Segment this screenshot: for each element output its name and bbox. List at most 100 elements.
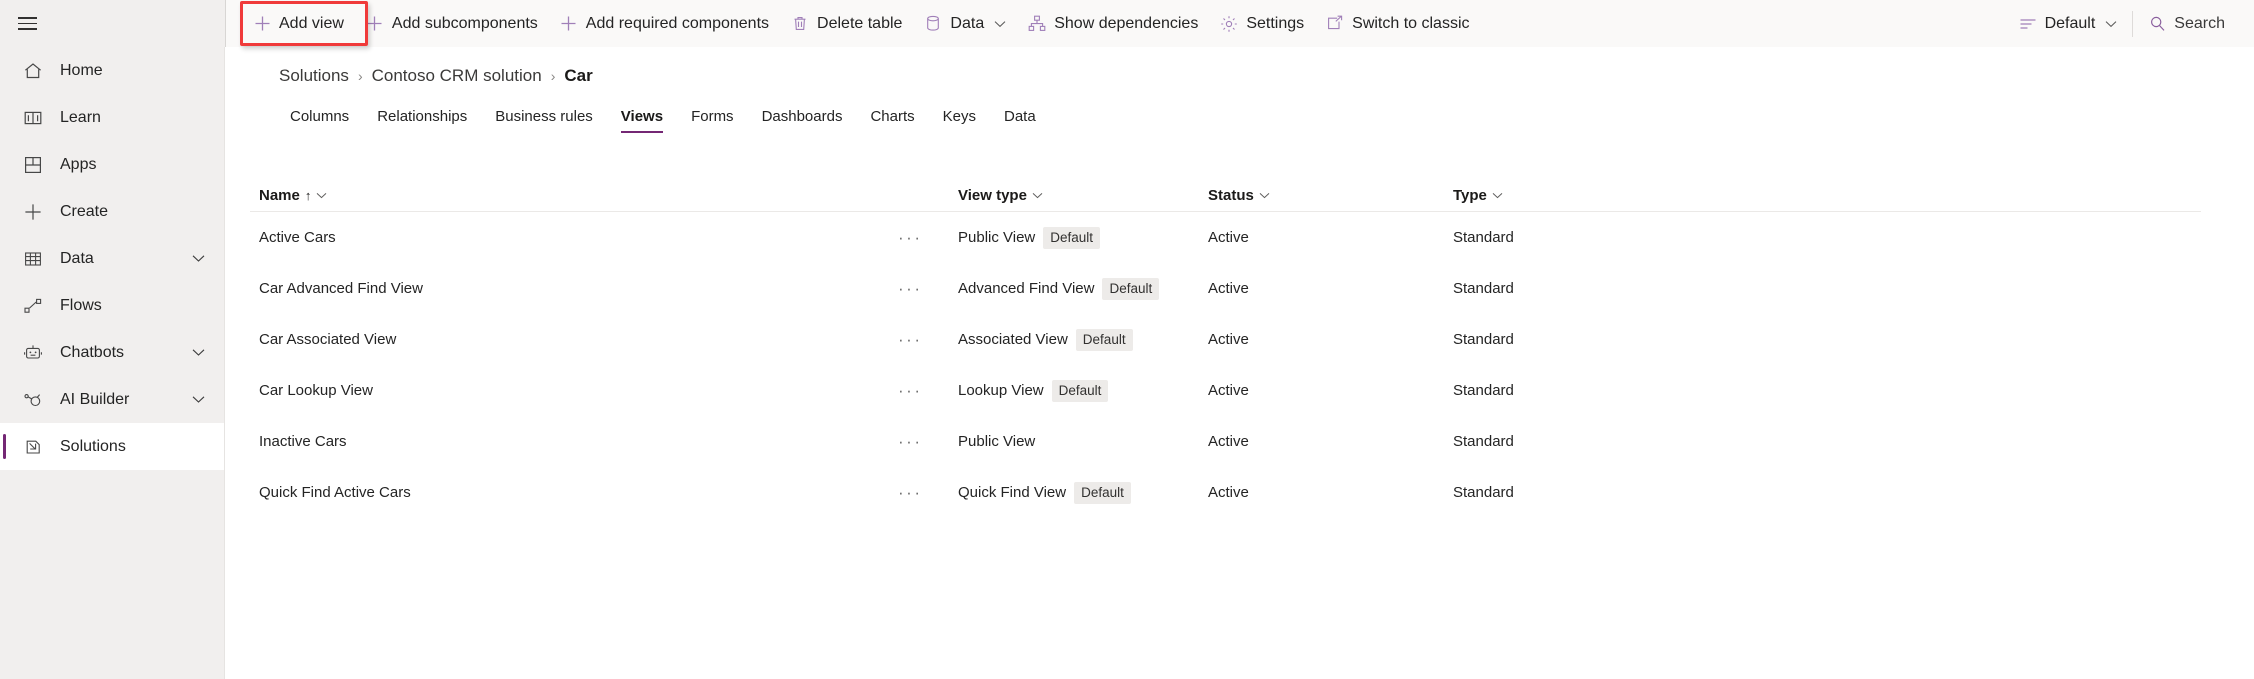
more-options-icon[interactable]: ··· — [898, 279, 922, 298]
show-dependencies-button[interactable]: Show dependencies — [1017, 0, 1209, 47]
hamburger-icon[interactable] — [4, 0, 50, 47]
default-badge: Default — [1076, 329, 1133, 351]
solutions-icon — [22, 436, 44, 458]
sidebar-item-learn[interactable]: Learn — [0, 94, 224, 141]
sidebar-item-flows[interactable]: Flows — [0, 282, 224, 329]
view-type-label: Advanced Find View — [958, 280, 1094, 297]
cell-type: Standard — [1453, 484, 1703, 501]
data-menu-label: Data — [950, 15, 984, 33]
apps-icon — [22, 154, 44, 176]
breadcrumb: Solutions › Contoso CRM solution › Car — [279, 59, 2254, 93]
column-header-status[interactable]: Status — [1208, 187, 1453, 204]
tab-business-rules[interactable]: Business rules — [481, 103, 607, 133]
flows-icon — [22, 295, 44, 317]
tab-data[interactable]: Data — [990, 103, 1050, 133]
entity-tabs: Columns Relationships Business rules Vie… — [276, 103, 2254, 133]
chevron-down-icon[interactable] — [1259, 190, 1270, 202]
sidebar-item-label: Apps — [60, 156, 224, 174]
sidebar-item-ai-builder[interactable]: AI Builder — [0, 376, 224, 423]
chevron-down-icon[interactable] — [1032, 190, 1043, 202]
command-bar-commands: Add view Add subcomponents Add required … — [225, 0, 2254, 47]
plus-icon — [253, 15, 271, 33]
table-header-row: Name ↑ View type Status — [250, 180, 2201, 212]
data-menu-button[interactable]: Data — [913, 0, 1017, 47]
cell-view-type: Advanced Find View Default — [958, 278, 1208, 300]
more-options-icon[interactable]: ··· — [898, 381, 922, 400]
chevron-down-icon[interactable] — [186, 254, 210, 263]
more-options-icon[interactable]: ··· — [898, 432, 922, 451]
tab-dashboards[interactable]: Dashboards — [748, 103, 857, 133]
add-subcomponents-button[interactable]: Add subcomponents — [355, 0, 549, 47]
delete-table-label: Delete table — [817, 15, 902, 33]
column-header-view-type[interactable]: View type — [958, 187, 1208, 204]
tab-charts[interactable]: Charts — [856, 103, 928, 133]
more-options-icon[interactable]: ··· — [898, 330, 922, 349]
table-row[interactable]: Car Associated View ··· Associated View … — [250, 314, 2201, 365]
tab-views[interactable]: Views — [607, 103, 677, 133]
chevron-down-icon — [2105, 15, 2117, 33]
cell-view-type: Public View — [958, 433, 1208, 450]
view-type-label: Quick Find View — [958, 484, 1066, 501]
table-row[interactable]: Active Cars ··· Public View Default Acti… — [250, 212, 2201, 263]
sidebar-item-create[interactable]: Create — [0, 188, 224, 235]
cell-type: Standard — [1453, 229, 1703, 246]
command-bar-left-region — [0, 0, 225, 47]
view-type-label: Lookup View — [958, 382, 1044, 399]
tab-relationships[interactable]: Relationships — [363, 103, 481, 133]
add-view-button[interactable]: Add view — [242, 0, 355, 47]
hamburger-line — [18, 23, 37, 25]
search-icon — [2148, 15, 2166, 33]
sidebar-item-solutions[interactable]: Solutions — [0, 423, 224, 470]
cell-status: Active — [1208, 280, 1453, 297]
column-header-name[interactable]: Name ↑ — [250, 187, 898, 204]
column-header-name-label: Name — [259, 187, 300, 204]
table-row[interactable]: Car Advanced Find View ··· Advanced Find… — [250, 263, 2201, 314]
chevron-down-icon[interactable] — [1492, 190, 1503, 202]
table-row[interactable]: Car Lookup View ··· Lookup View Default … — [250, 365, 2201, 416]
command-bar-right-region: Default Search — [2008, 0, 2254, 47]
default-badge: Default — [1043, 227, 1100, 249]
plus-icon — [22, 201, 44, 223]
tab-forms[interactable]: Forms — [677, 103, 748, 133]
view-type-label: Public View — [958, 433, 1035, 450]
sidebar-item-label: AI Builder — [60, 391, 186, 409]
show-dependencies-label: Show dependencies — [1054, 15, 1198, 33]
cell-name: Car Advanced Find View — [250, 280, 898, 297]
sidebar-item-data[interactable]: Data — [0, 235, 224, 282]
hamburger-line — [18, 28, 37, 30]
chevron-down-icon[interactable] — [186, 348, 210, 357]
column-header-type[interactable]: Type — [1453, 187, 1703, 204]
breadcrumb-item-contoso-crm-solution[interactable]: Contoso CRM solution — [372, 66, 542, 86]
more-options-icon[interactable]: ··· — [898, 228, 922, 247]
chevron-down-icon[interactable] — [316, 190, 327, 202]
command-bar: Add view Add subcomponents Add required … — [0, 0, 2254, 47]
default-badge: Default — [1052, 380, 1109, 402]
view-type-label: Public View — [958, 229, 1035, 246]
home-icon — [22, 60, 44, 82]
add-required-components-button[interactable]: Add required components — [549, 0, 780, 47]
sidebar-item-home[interactable]: Home — [0, 47, 224, 94]
breadcrumb-item-solutions[interactable]: Solutions — [279, 66, 349, 86]
table-body: Active Cars ··· Public View Default Acti… — [226, 212, 2254, 518]
sidebar-item-apps[interactable]: Apps — [0, 141, 224, 188]
search-button[interactable]: Search — [2137, 0, 2236, 47]
tab-columns[interactable]: Columns — [276, 103, 363, 133]
view-selector-label: Default — [2045, 15, 2096, 33]
delete-table-button[interactable]: Delete table — [780, 0, 913, 47]
trash-icon — [791, 15, 809, 33]
table-row[interactable]: Quick Find Active Cars ··· Quick Find Vi… — [250, 467, 2201, 518]
open-external-icon — [1326, 15, 1344, 33]
view-selector-button[interactable]: Default — [2008, 0, 2129, 47]
breadcrumb-current-car: Car — [564, 66, 592, 86]
tab-keys[interactable]: Keys — [929, 103, 990, 133]
cell-status: Active — [1208, 229, 1453, 246]
settings-button[interactable]: Settings — [1209, 0, 1315, 47]
switch-to-classic-button[interactable]: Switch to classic — [1315, 0, 1480, 47]
chevron-down-icon — [994, 15, 1006, 33]
default-badge: Default — [1074, 482, 1131, 504]
table-row[interactable]: Inactive Cars ··· Public View Active Sta… — [250, 416, 2201, 467]
cell-view-type: Quick Find View Default — [958, 482, 1208, 504]
more-options-icon[interactable]: ··· — [898, 483, 922, 502]
sidebar-item-chatbots[interactable]: Chatbots — [0, 329, 224, 376]
chevron-down-icon[interactable] — [186, 395, 210, 404]
